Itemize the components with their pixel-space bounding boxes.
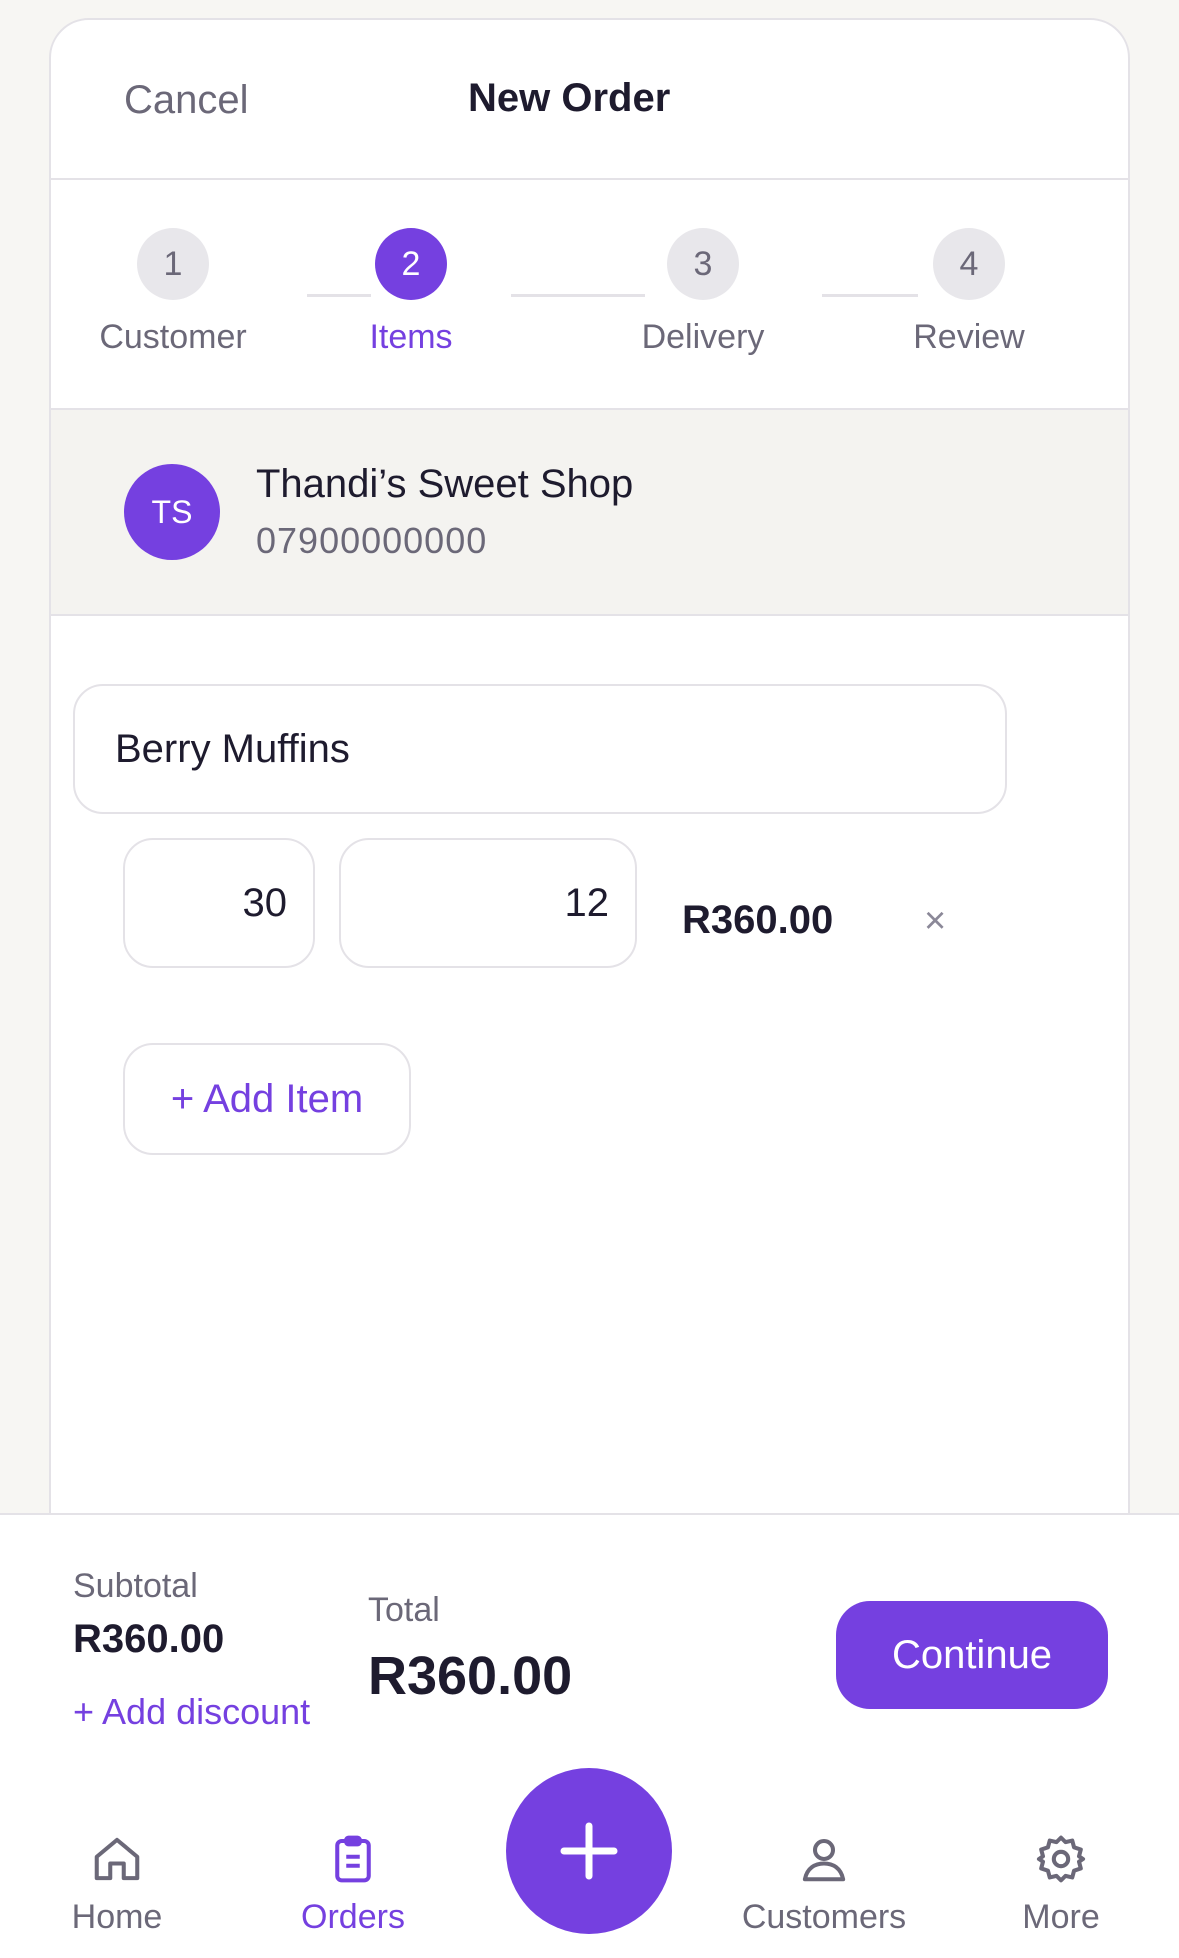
close-icon[interactable]: × (924, 900, 946, 943)
item-name-field[interactable]: Berry Muffins (73, 684, 1007, 814)
tab-more[interactable]: More (961, 1832, 1161, 1937)
continue-button[interactable]: Continue (836, 1601, 1108, 1709)
gear-icon (1036, 1835, 1086, 1883)
step-customer[interactable]: 1 Customer (63, 228, 283, 357)
customer-phone: 07900000000 (256, 520, 488, 561)
total-value: R360.00 (368, 1646, 573, 1706)
step-number: 3 (667, 228, 739, 300)
step-label: Review (913, 318, 1025, 356)
tab-label: Customers (741, 1898, 907, 1936)
step-number: 4 (933, 228, 1005, 300)
step-delivery[interactable]: 3 Delivery (593, 228, 813, 357)
tab-customers[interactable]: Customers (724, 1832, 924, 1937)
new-order-fab[interactable] (506, 1768, 672, 1934)
step-items[interactable]: 2 Items (301, 228, 521, 357)
add-item-button[interactable]: + Add Item (123, 1043, 411, 1155)
total-label: Total (368, 1591, 440, 1629)
tab-home[interactable]: Home (17, 1832, 217, 1937)
step-number: 1 (137, 228, 209, 300)
unit-price-field[interactable]: 12 (339, 838, 637, 968)
tab-orders[interactable]: Orders (253, 1832, 453, 1937)
step-label: Customer (99, 318, 247, 356)
avatar: TS (124, 464, 220, 560)
user-icon (802, 1838, 846, 1882)
header: Cancel New Order (51, 20, 1128, 180)
selected-customer[interactable]: TS Thandi’s Sweet Shop 07900000000 (51, 410, 1128, 616)
clipboard-icon (335, 1835, 371, 1883)
order-stepper: 1 Customer 2 Items 3 Delivery 4 Review (51, 180, 1128, 410)
tab-label: Orders (301, 1898, 405, 1936)
add-discount-button[interactable]: + Add discount (73, 1691, 310, 1733)
step-label: Items (369, 318, 453, 356)
cancel-button[interactable]: Cancel (124, 78, 249, 123)
step-number: 2 (375, 228, 447, 300)
tab-label: More (1022, 1898, 1100, 1936)
page-title: New Order (468, 76, 671, 120)
quantity-field[interactable]: 30 (123, 838, 315, 968)
customer-name: Thandi’s Sweet Shop (256, 462, 634, 506)
line-total: R360.00 (682, 898, 834, 942)
plus-icon (560, 1822, 618, 1880)
home-icon (94, 1837, 140, 1881)
tab-label: Home (71, 1898, 163, 1936)
subtotal-value: R360.00 (73, 1617, 225, 1661)
step-label: Delivery (641, 318, 765, 356)
step-review[interactable]: 4 Review (859, 228, 1079, 357)
subtotal-label: Subtotal (73, 1567, 198, 1605)
